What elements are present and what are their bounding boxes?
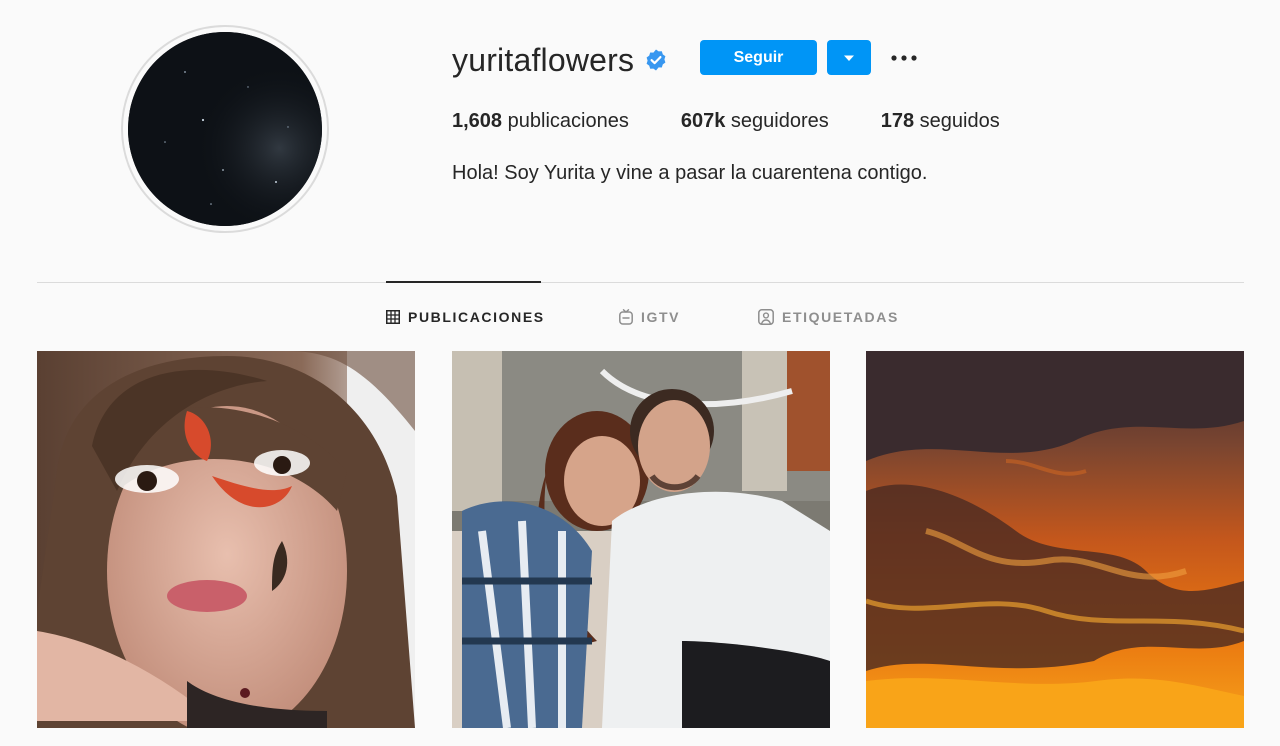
tagged-icon [758, 309, 774, 325]
verified-badge-icon [646, 49, 666, 71]
followers-stat[interactable]: 607k seguidores [681, 110, 829, 133]
username-row: yuritaflowers [452, 38, 668, 82]
couple-image [452, 351, 830, 728]
sunset-image [866, 351, 1244, 728]
post-thumbnail[interactable] [866, 351, 1244, 728]
tab-label: IGTV [641, 309, 681, 325]
more-horizontal-icon [891, 55, 917, 61]
selfie-image [37, 351, 415, 728]
suggestions-dropdown-button[interactable] [827, 40, 871, 75]
profile-stats: 1,608 publicaciones 607k seguidores 178 … [452, 110, 1052, 133]
tabs-divider [37, 282, 1244, 283]
tab-label: ETIQUETADAS [782, 309, 899, 325]
profile-page: yuritaflowers Seguir 1,608 publicaciones… [0, 0, 1280, 746]
followers-label: seguidores [725, 110, 829, 132]
profile-username: yuritaflowers [452, 41, 635, 78]
tab-label: PUBLICACIONES [408, 309, 545, 325]
caret-down-icon [844, 55, 854, 61]
follow-button[interactable]: Seguir [700, 40, 817, 75]
post-thumbnail[interactable] [452, 351, 830, 728]
followers-count: 607k [680, 110, 726, 132]
following-count: 178 [880, 110, 915, 132]
posts-stat: 1,608 publicaciones [452, 110, 629, 133]
posts-count: 1,608 [452, 110, 503, 132]
tab-etiquetadas[interactable]: ETIQUETADAS [758, 306, 899, 328]
more-options-button[interactable] [886, 42, 922, 74]
active-tab-indicator [386, 281, 541, 283]
avatar-image [128, 32, 322, 226]
following-label: seguidos [919, 110, 1000, 132]
posts-label: publicaciones [507, 110, 629, 132]
following-stat[interactable]: 178 seguidos [881, 110, 1000, 133]
tab-publicaciones[interactable]: PUBLICACIONES [386, 306, 545, 328]
profile-avatar[interactable] [121, 25, 329, 233]
tab-igtv[interactable]: IGTV [619, 306, 680, 328]
grid-icon [386, 310, 400, 324]
post-thumbnail[interactable] [37, 351, 415, 728]
igtv-icon [619, 309, 633, 325]
profile-bio: Hola! Soy Yurita y vine a pasar la cuare… [452, 162, 928, 184]
